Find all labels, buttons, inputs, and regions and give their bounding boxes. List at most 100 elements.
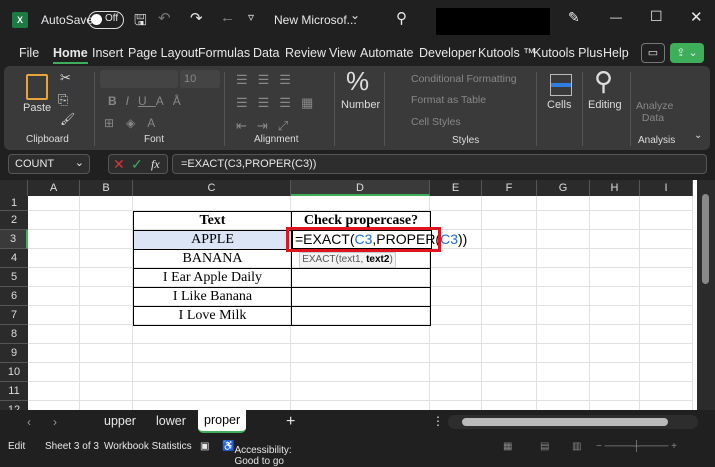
result-cell[interactable] [291, 268, 431, 288]
sheet-tab-proper[interactable]: proper [198, 410, 247, 433]
tab-kutools-[interactable]: Kutools ™ [478, 46, 536, 60]
percent-icon[interactable]: % [346, 66, 369, 97]
cell[interactable] [640, 325, 693, 344]
column-header-F[interactable]: F [482, 180, 537, 196]
cell[interactable] [28, 211, 80, 230]
cell[interactable] [482, 268, 537, 287]
cell[interactable] [482, 401, 537, 410]
cell[interactable] [640, 344, 693, 363]
cell[interactable] [133, 401, 291, 410]
cell[interactable] [537, 211, 590, 230]
column-header-A[interactable]: A [28, 180, 80, 196]
cell[interactable] [28, 344, 80, 363]
cell[interactable] [28, 363, 80, 382]
share-button[interactable]: ⇪ ⌄ [670, 43, 704, 63]
column-header-I[interactable]: I [640, 180, 693, 196]
row-header-9[interactable]: 9 [0, 344, 28, 363]
vertical-scrollbar[interactable] [697, 180, 715, 410]
cell[interactable] [133, 325, 291, 344]
cell[interactable] [291, 344, 430, 363]
copy-icon[interactable]: ⎘ [58, 92, 68, 108]
cell[interactable] [640, 382, 693, 401]
redo-icon[interactable]: ↷ [190, 9, 203, 27]
cell[interactable] [640, 306, 693, 325]
cell[interactable] [537, 344, 590, 363]
minimize-icon[interactable]: — [610, 10, 622, 24]
tab-review[interactable]: Review [285, 46, 326, 60]
cell[interactable] [291, 401, 430, 410]
format-painter-icon[interactable]: 🖌 [60, 112, 75, 126]
cell[interactable] [537, 306, 590, 325]
row-header-8[interactable]: 8 [0, 325, 28, 344]
cell[interactable] [640, 363, 693, 382]
sheet-tab-upper[interactable]: upper [104, 414, 136, 428]
analyze-data-button[interactable]: Analyze Data [636, 100, 673, 124]
close-icon[interactable]: ✕ [690, 8, 703, 26]
cell-styles-button[interactable]: Cell Styles [411, 116, 461, 128]
number-format-button[interactable]: Number [341, 99, 380, 111]
tab-automate[interactable]: Automate [360, 46, 414, 60]
cell[interactable] [28, 325, 80, 344]
workbook-statistics-button[interactable]: Workbook Statistics [104, 441, 192, 452]
text-cell[interactable]: I Ear Apple Daily [133, 268, 292, 288]
cell[interactable] [537, 287, 590, 306]
normal-view-icon[interactable]: ▦ [503, 441, 512, 452]
enter-icon[interactable]: ✓ [131, 156, 143, 173]
paste-icon[interactable] [26, 74, 48, 100]
row-header-11[interactable]: 11 [0, 382, 28, 401]
more-options-icon[interactable]: ⋮ [432, 414, 444, 428]
cell[interactable] [80, 363, 133, 382]
text-cell[interactable]: I Love Milk [133, 306, 292, 326]
cell[interactable] [28, 268, 80, 287]
pen-icon[interactable]: ✎ [568, 9, 580, 26]
cell[interactable] [80, 306, 133, 325]
zoom-slider[interactable]: − ────┼──── + [596, 441, 677, 452]
text-cell[interactable]: I Like Banana [133, 287, 292, 307]
editing-button[interactable]: Editing [588, 99, 622, 111]
page-break-view-icon[interactable]: ▥ [572, 441, 581, 452]
cell[interactable] [430, 401, 482, 410]
cell[interactable] [482, 196, 537, 211]
tab-developer[interactable]: Developer [419, 46, 476, 60]
row-header-6[interactable]: 6 [0, 287, 28, 306]
collapse-ribbon-icon[interactable]: ⌄ [694, 130, 702, 141]
maximize-icon[interactable]: ☐ [650, 8, 663, 25]
row-header-4[interactable]: 4 [0, 249, 28, 268]
cell[interactable] [482, 344, 537, 363]
cell[interactable] [590, 382, 640, 401]
insert-function-button[interactable]: fx [151, 157, 160, 172]
cell[interactable] [80, 344, 133, 363]
cell[interactable] [482, 230, 537, 249]
cell[interactable] [590, 211, 640, 230]
search-icon[interactable]: ⚲ [396, 9, 407, 27]
select-all-button[interactable] [0, 180, 28, 196]
result-cell[interactable] [291, 306, 431, 326]
title-chevron-icon[interactable]: ⌄ [350, 8, 360, 22]
cell[interactable] [537, 196, 590, 211]
cell[interactable] [133, 196, 291, 211]
tab-page-layout[interactable]: Page Layout [128, 46, 198, 60]
cell[interactable] [640, 211, 693, 230]
font-format-buttons[interactable]: BIUAÅ [108, 94, 190, 108]
undo-icon[interactable]: ↶ [158, 9, 171, 27]
text-cell[interactable]: APPLE [133, 230, 292, 250]
cut-icon[interactable]: ✂ [60, 70, 71, 86]
cell[interactable] [291, 325, 430, 344]
tab-home[interactable]: Home [53, 46, 88, 64]
cell[interactable] [590, 363, 640, 382]
cell[interactable] [537, 382, 590, 401]
sheet-tab-lower[interactable]: lower [156, 414, 186, 428]
header-text[interactable]: Text [133, 211, 292, 231]
cell[interactable] [482, 249, 537, 268]
alignment-buttons[interactable]: ☰☰☰ ☰☰☰▦ ⇤⇥⤢ [236, 68, 323, 137]
cell[interactable] [133, 344, 291, 363]
font-size-box[interactable]: 10 [180, 70, 220, 88]
column-header-D[interactable]: D [291, 180, 430, 196]
cell[interactable] [590, 268, 640, 287]
column-header-H[interactable]: H [590, 180, 640, 196]
accessibility-button[interactable]: ♿ Accessibility: Good to go [222, 441, 292, 467]
row-header-3[interactable]: 3 [0, 230, 28, 249]
cells-icon[interactable] [550, 74, 572, 96]
save-icon[interactable]: 🖫 [134, 10, 147, 35]
cell[interactable] [80, 401, 133, 410]
